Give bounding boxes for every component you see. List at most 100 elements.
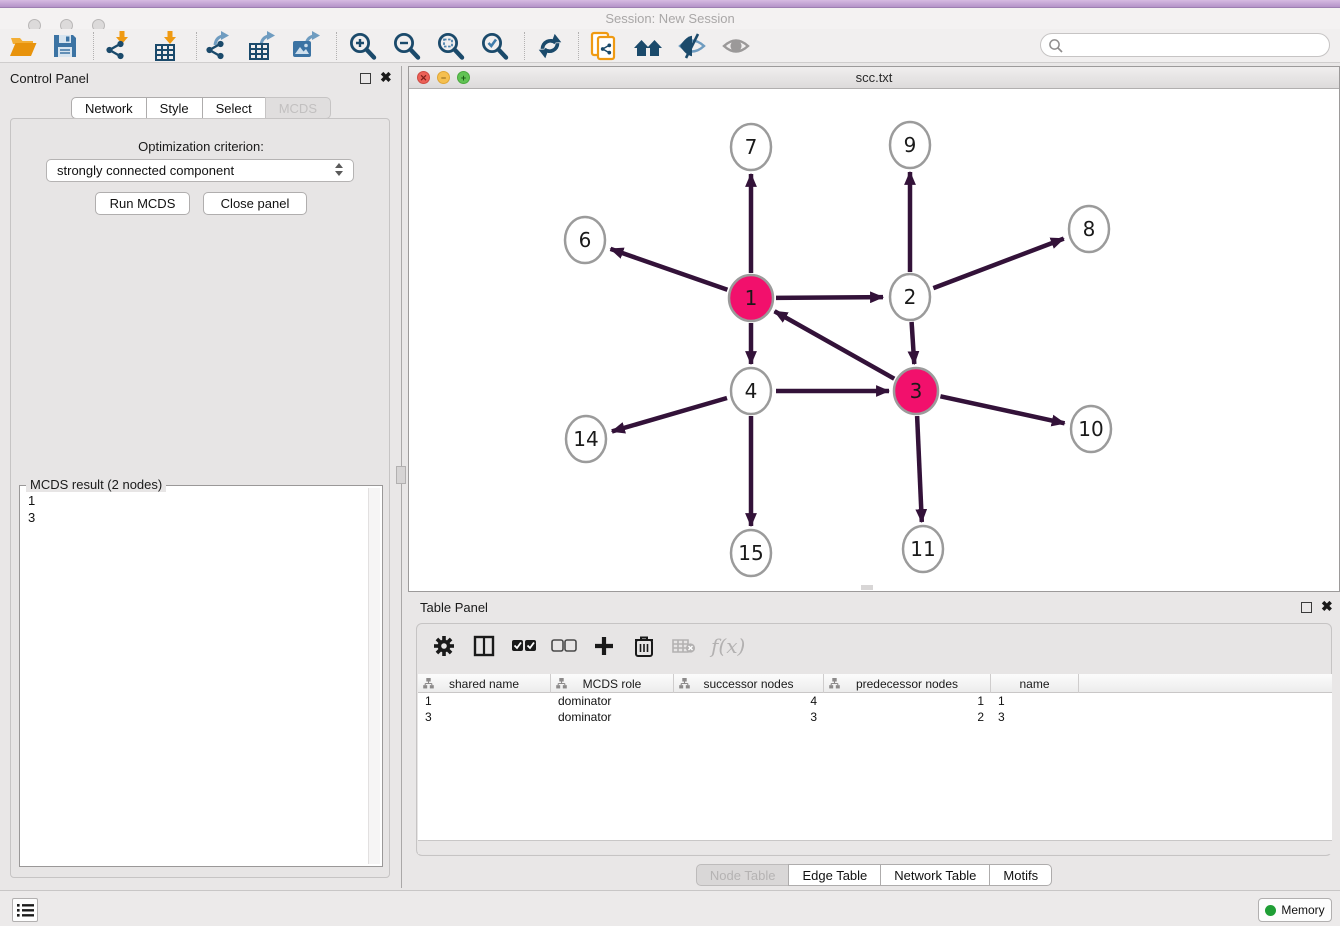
edge-3-1[interactable] [775, 311, 895, 378]
export-image-button[interactable] [289, 31, 323, 61]
graph-node-2[interactable]: 2 [890, 274, 930, 320]
add-column-button[interactable] [591, 633, 617, 659]
table-panel-close-button[interactable]: ✖ [1321, 598, 1333, 615]
import-network-button[interactable] [101, 31, 135, 61]
mcds-result-list[interactable]: 13 [28, 492, 35, 526]
unchecked-boxes-icon [551, 638, 577, 654]
graph-node-14[interactable]: 14 [566, 416, 606, 462]
task-history-button[interactable] [12, 898, 38, 922]
split-divider-grip[interactable] [396, 466, 406, 484]
graph-node-8[interactable]: 8 [1069, 206, 1109, 252]
tab-node-table[interactable]: Node Table [696, 864, 790, 886]
table-panel-float-button[interactable] [1301, 602, 1312, 613]
canvas-resize-grip[interactable] [861, 585, 873, 590]
select-all-columns-button[interactable] [511, 633, 537, 659]
graph-node-3[interactable]: 3 [894, 368, 938, 414]
graph-node-6[interactable]: 6 [565, 217, 605, 263]
node-label: 14 [573, 427, 598, 451]
graph-node-7[interactable]: 7 [731, 124, 771, 170]
graph-node-11[interactable]: 11 [903, 526, 943, 572]
tab-select[interactable]: Select [202, 97, 266, 119]
criterion-dropdown[interactable]: strongly connected component [46, 159, 354, 182]
node-label: 6 [579, 228, 592, 252]
edge-1-6[interactable] [610, 249, 727, 290]
table-cell: 4 [674, 693, 824, 709]
tab-mcds[interactable]: MCDS [265, 97, 331, 119]
zoom-out-icon [391, 31, 421, 61]
column-header-label: MCDS role [583, 677, 642, 691]
network-canvas[interactable]: 7 9 6 8 1 2 4 3 14 10 15 11 [409, 89, 1339, 591]
refresh-view-button[interactable] [533, 31, 567, 61]
graph-node-1[interactable]: 1 [729, 275, 773, 321]
zoom-out-button[interactable] [389, 31, 423, 61]
result-line: 3 [28, 509, 35, 526]
node-label: 9 [904, 133, 917, 157]
column-header-shared-name[interactable]: shared name [418, 674, 551, 693]
edge-3-11[interactable] [917, 416, 922, 522]
column-header-name[interactable]: name [991, 674, 1079, 693]
deselect-all-columns-button[interactable] [551, 633, 577, 659]
tab-network-table[interactable]: Network Table [880, 864, 990, 886]
table-cell: 3 [418, 709, 551, 725]
save-session-button[interactable] [48, 31, 82, 61]
control-panel: Control Panel ✖ NetworkStyleSelectMCDS O… [6, 66, 396, 888]
export-network-button[interactable] [201, 31, 235, 61]
delete-column-button[interactable] [631, 633, 657, 659]
delete-table-icon [672, 637, 696, 655]
eye-slash-icon [677, 31, 707, 61]
import-table-button[interactable] [149, 31, 183, 61]
tab-style[interactable]: Style [146, 97, 203, 119]
edge-4-14[interactable] [612, 398, 727, 431]
tab-motifs[interactable]: Motifs [989, 864, 1052, 886]
toolbar-separator [578, 32, 579, 60]
graph-node-10[interactable]: 10 [1071, 406, 1111, 452]
export-table-button[interactable] [245, 31, 279, 61]
node-table[interactable]: shared name MCDS role successor nodes prede… [418, 674, 1332, 842]
close-panel-button[interactable]: Close panel [203, 192, 307, 215]
zoom-in-button[interactable] [345, 31, 379, 61]
column-header-label: predecessor nodes [856, 677, 958, 691]
open-session-button[interactable] [6, 31, 40, 61]
edge-2-3[interactable] [912, 322, 915, 364]
window-accent-strip [0, 0, 1340, 8]
node-label: 11 [910, 537, 935, 561]
show-panels-button[interactable] [719, 31, 753, 61]
home-view-button[interactable] [631, 31, 665, 61]
graph-node-9[interactable]: 9 [890, 122, 930, 168]
table-row[interactable]: 3dominator323 [418, 709, 1332, 725]
edge-2-8[interactable] [933, 239, 1063, 289]
graph-node-4[interactable]: 4 [731, 368, 771, 414]
node-label: 1 [745, 286, 758, 310]
column-header-successor-nodes[interactable]: successor nodes [674, 674, 824, 693]
export-image-icon [291, 31, 321, 61]
table-row[interactable]: 1dominator411 [418, 693, 1332, 709]
control-panel-close-button[interactable]: ✖ [380, 69, 392, 86]
column-header-predecessor-nodes[interactable]: predecessor nodes [824, 674, 991, 693]
memory-button[interactable]: Memory [1258, 898, 1332, 922]
table-cell: 2 [824, 709, 991, 725]
refresh-icon [535, 31, 565, 61]
zoom-fit-button[interactable] [433, 31, 467, 61]
table-settings-button[interactable] [431, 633, 457, 659]
memory-button-label: Memory [1281, 903, 1324, 917]
graph-node-15[interactable]: 15 [731, 530, 771, 576]
hide-panels-button[interactable] [675, 31, 709, 61]
toggle-panes-button[interactable] [471, 633, 497, 659]
table-panel-title: Table Panel [420, 600, 488, 615]
clone-network-button[interactable] [587, 31, 621, 61]
column-header-MCDS-role[interactable]: MCDS role [551, 674, 674, 693]
edge-1-2[interactable] [776, 297, 883, 298]
network-view-window: ✕ − + scc.txt 7968124314101511 [408, 66, 1340, 592]
zoom-selected-button[interactable] [477, 31, 511, 61]
edge-3-10[interactable] [940, 396, 1064, 423]
split-pane-icon [473, 635, 495, 657]
search-input[interactable] [1040, 33, 1330, 57]
table-horizontal-scrollbar[interactable] [418, 840, 1332, 854]
function-builder-button: f(x) [711, 634, 745, 658]
result-line: 1 [28, 492, 35, 509]
tab-edge-table[interactable]: Edge Table [788, 864, 881, 886]
tab-network[interactable]: Network [71, 97, 147, 119]
result-scrollbar[interactable] [368, 488, 380, 864]
control-panel-float-button[interactable] [360, 73, 371, 84]
run-mcds-button[interactable]: Run MCDS [95, 192, 190, 215]
